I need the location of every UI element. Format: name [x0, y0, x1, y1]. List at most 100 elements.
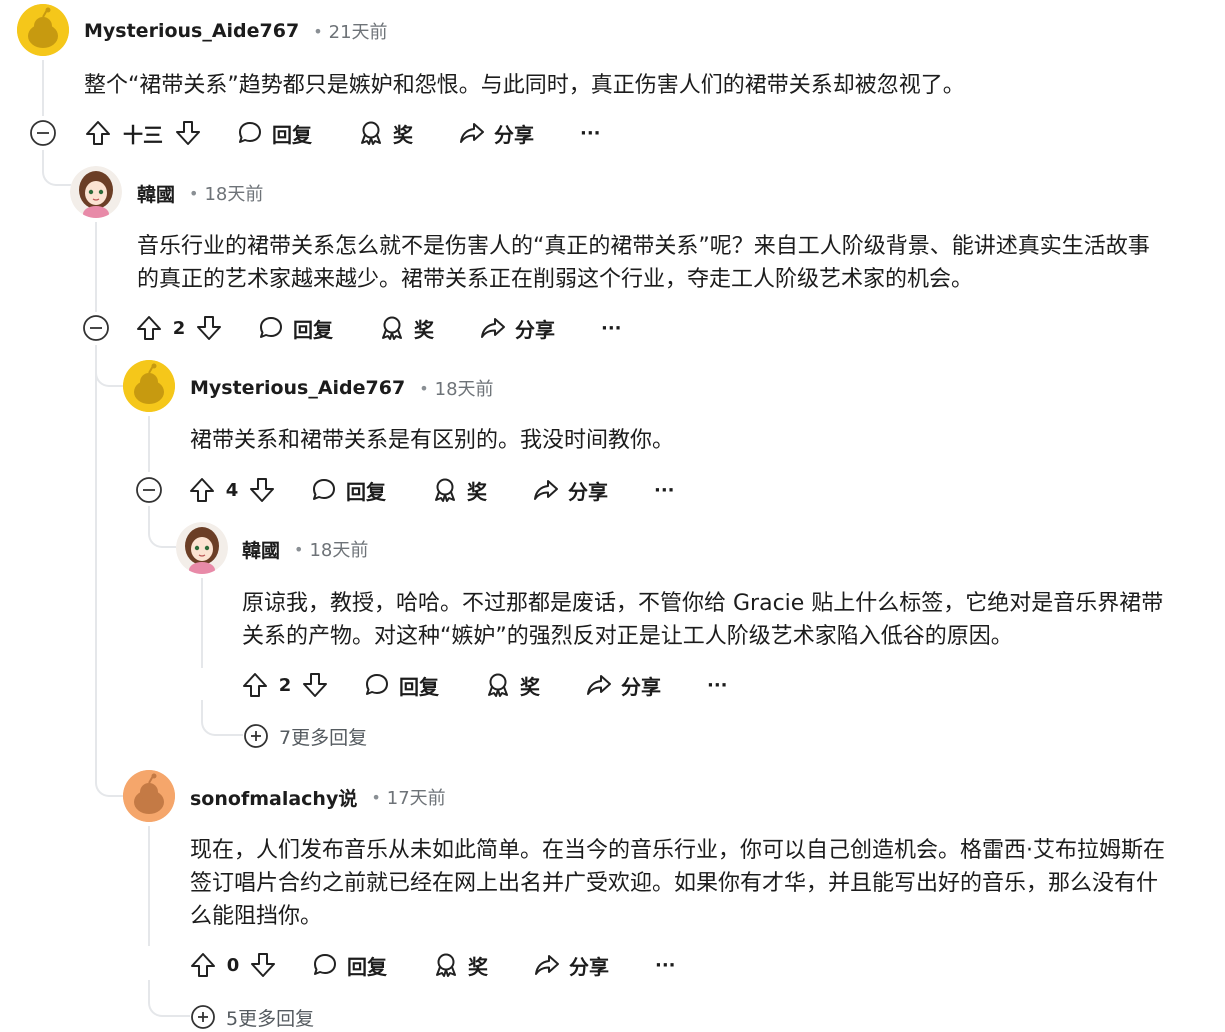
- more-replies-button[interactable]: 5更多回复: [190, 1002, 314, 1032]
- comment-actions: 4 回复 奖 分享 ···: [135, 470, 675, 510]
- timestamp[interactable]: 18天前: [309, 536, 368, 562]
- timestamp[interactable]: 18天前: [435, 375, 494, 401]
- comment-meta: 韓國 • 18天前: [137, 178, 263, 208]
- upvote-icon[interactable]: [83, 118, 113, 148]
- timestamp[interactable]: 21天前: [329, 18, 388, 44]
- comment-actions: 0 回复 奖 分享 ···: [188, 945, 676, 985]
- comment-bubble-icon: [366, 674, 388, 695]
- comment-body: 现在，人们发布音乐从未如此简单。在当今的音乐行业，你可以自己创造机会。格雷西·艾…: [190, 838, 1165, 929]
- more-options-button[interactable]: ···: [655, 955, 676, 976]
- anime-avatar-icon: [176, 522, 228, 574]
- comment-body: 原谅我，教授，哈哈。不过那都是废话，不管你给 Gracie 贴上什么标签，它绝对…: [242, 591, 1164, 649]
- more-options-button[interactable]: ···: [707, 675, 728, 696]
- reply-label: 回复: [293, 317, 333, 342]
- vote-score: 十三: [123, 122, 163, 147]
- downvote-icon[interactable]: [194, 313, 224, 343]
- share-button[interactable]: 分享: [533, 476, 608, 505]
- share-button[interactable]: 分享: [534, 951, 609, 980]
- share-label: 分享: [621, 674, 661, 699]
- reply-button[interactable]: 回复: [364, 671, 439, 700]
- author-name[interactable]: 韓國: [242, 536, 280, 563]
- avatar[interactable]: [17, 4, 69, 56]
- collapse-icon[interactable]: [135, 476, 163, 504]
- reply-label: 回复: [347, 954, 387, 979]
- reply-button[interactable]: 回复: [311, 476, 386, 505]
- comment-actions: 2 回复 奖 分享 ···: [240, 665, 728, 705]
- comment-body: 音乐行业的裙带关系怎么就不是伤害人的“真正的裙带关系”呢？来自工人阶级背景、能讲…: [137, 234, 1150, 292]
- reply-label: 回复: [346, 479, 386, 504]
- downvote-icon[interactable]: [173, 118, 203, 148]
- award-icon: [382, 316, 402, 340]
- share-label: 分享: [568, 479, 608, 504]
- comment-meta: Mysterious_Aide767 • 18天前: [190, 373, 494, 403]
- vote-score: 0: [226, 954, 240, 976]
- award-button[interactable]: 奖: [358, 119, 413, 148]
- reply-label: 回复: [399, 674, 439, 699]
- reply-button[interactable]: 回复: [312, 951, 387, 980]
- vote-score: 2: [278, 674, 292, 696]
- thread-line-2b: [95, 345, 97, 755]
- award-label: 奖: [393, 122, 413, 147]
- upvote-icon[interactable]: [134, 313, 164, 343]
- upvote-icon[interactable]: [188, 950, 218, 980]
- comment-meta: 韓國 • 18天前: [242, 534, 368, 564]
- share-button[interactable]: 分享: [480, 314, 555, 343]
- reply-button[interactable]: 回复: [258, 314, 333, 343]
- award-button[interactable]: 奖: [485, 671, 540, 700]
- award-button[interactable]: 奖: [433, 951, 488, 980]
- timestamp[interactable]: 18天前: [204, 180, 263, 206]
- thread-line-4: [201, 578, 203, 668]
- thread-elbow-2a: [95, 345, 123, 387]
- comment-meta: sonofmalachy说 • 17天前: [190, 782, 446, 812]
- more-options-button[interactable]: ···: [654, 480, 675, 501]
- comment-actions: 十三 回复 奖 分享 ···: [29, 113, 601, 153]
- thread-line-5: [148, 826, 150, 946]
- comment-body: 裙带关系和裙带关系是有区别的。我没时间教你。: [190, 428, 675, 453]
- author-name[interactable]: Mysterious_Aide767: [84, 20, 299, 42]
- avatar[interactable]: [70, 166, 122, 218]
- award-label: 奖: [467, 479, 487, 504]
- share-icon: [535, 955, 559, 975]
- more-options-button[interactable]: ···: [580, 123, 601, 144]
- thread-elbow-5: [148, 980, 190, 1017]
- thread-elbow-3: [148, 506, 178, 548]
- award-icon: [435, 478, 455, 502]
- author-name[interactable]: Mysterious_Aide767: [190, 377, 405, 399]
- award-label: 奖: [468, 954, 488, 979]
- thread-line-1: [42, 60, 44, 116]
- vote-score: 2: [172, 317, 186, 339]
- more-replies-label: 7更多回复: [279, 726, 368, 749]
- award-button[interactable]: 奖: [432, 476, 487, 505]
- reply-button[interactable]: 回复: [237, 119, 312, 148]
- upvote-icon[interactable]: [187, 475, 217, 505]
- avatar[interactable]: [123, 360, 175, 412]
- collapse-icon[interactable]: [29, 119, 57, 147]
- timestamp[interactable]: 17天前: [387, 784, 446, 810]
- share-icon: [481, 318, 505, 338]
- more-options-button[interactable]: ···: [601, 318, 622, 339]
- award-button[interactable]: 奖: [379, 314, 434, 343]
- comment-actions: 2 回复 奖 分享 ···: [82, 308, 622, 348]
- meta-separator: •: [313, 21, 323, 41]
- share-label: 分享: [494, 122, 534, 147]
- avatar[interactable]: [123, 770, 175, 822]
- downvote-icon[interactable]: [300, 670, 330, 700]
- upvote-icon[interactable]: [240, 670, 270, 700]
- award-label: 奖: [414, 317, 434, 342]
- thread-elbow-1: [42, 150, 76, 186]
- comment-meta: Mysterious_Aide767 • 21天前: [84, 16, 388, 46]
- downvote-icon[interactable]: [248, 950, 278, 980]
- share-icon: [587, 675, 611, 695]
- comment-body: 整个“裙带关系”趋势都只是嫉妒和怨恨。与此同时，真正伤害人们的裙带关系却被忽视了…: [84, 73, 965, 98]
- comment-bubble-icon: [313, 479, 335, 500]
- expand-plus-icon: [191, 1005, 215, 1029]
- collapse-icon[interactable]: [82, 314, 110, 342]
- author-name[interactable]: 韓國: [137, 180, 175, 207]
- downvote-icon[interactable]: [247, 475, 277, 505]
- share-button[interactable]: 分享: [586, 671, 661, 700]
- more-replies-button[interactable]: 7更多回复: [243, 721, 367, 751]
- avatar[interactable]: [176, 522, 228, 574]
- author-name[interactable]: sonofmalachy说: [190, 784, 357, 811]
- share-button[interactable]: 分享: [459, 119, 534, 148]
- meta-separator: •: [294, 539, 304, 559]
